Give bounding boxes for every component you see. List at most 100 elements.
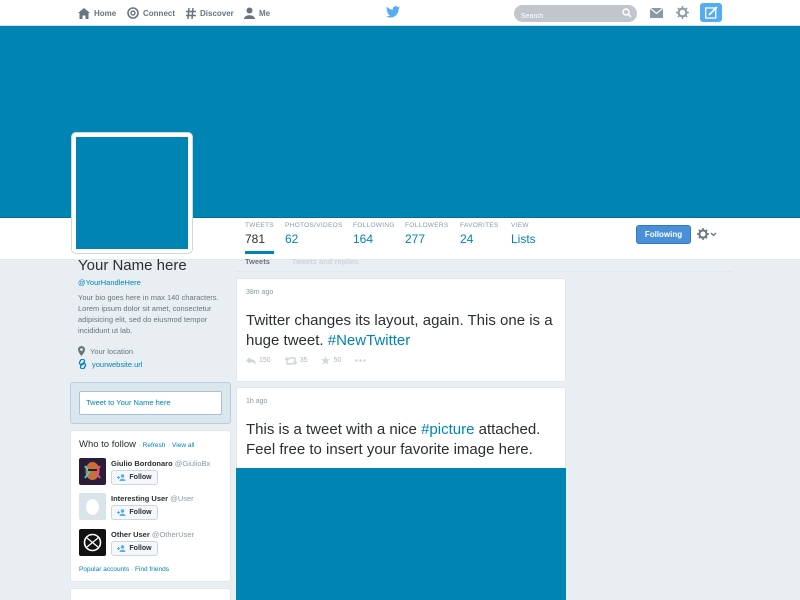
retweet-icon — [284, 356, 297, 365]
user-name[interactable]: Other User @OtherUser — [111, 530, 194, 539]
profile-gear-dropdown-icon[interactable] — [697, 228, 717, 240]
more-dots-icon — [355, 359, 367, 362]
trends-card — [70, 588, 231, 600]
tweet-actions: 150 35 50 — [246, 356, 383, 365]
favorite-action[interactable]: 50 — [321, 356, 341, 365]
tab-tweets-and-replies[interactable]: Tweets and replies — [292, 257, 359, 266]
location-text: Your location — [90, 346, 134, 356]
tweet-attached-image[interactable] — [236, 468, 566, 600]
suggested-user: Interesting User @User Follow — [79, 493, 229, 523]
compose-icon — [704, 6, 718, 19]
tweet-timestamp[interactable]: 1h ago — [246, 398, 267, 405]
messages-icon[interactable] — [650, 8, 663, 18]
who-to-follow-header: Who to follow · Refresh · View all — [79, 439, 195, 450]
search-input[interactable] — [514, 8, 614, 25]
user-handle: @GiulioBx — [174, 459, 211, 468]
search-icon[interactable] — [622, 8, 632, 18]
profile-avatar[interactable] — [72, 133, 192, 253]
nav-discover-label: Discover — [200, 8, 234, 18]
home-icon — [78, 7, 90, 19]
tab-tweets[interactable]: Tweets — [245, 257, 270, 266]
twitter-bird-icon[interactable] — [386, 6, 400, 18]
add-user-icon — [117, 509, 126, 516]
stat-view-lists[interactable]: VIEW Lists — [511, 222, 536, 252]
profile-website[interactable]: yourwebsite.url — [78, 359, 142, 369]
stat-following[interactable]: FOLLOWING 164 — [353, 222, 395, 252]
star-icon — [321, 356, 331, 365]
profile-name: Your Name here — [78, 257, 187, 274]
stat-label: TWEETS — [245, 222, 274, 229]
link-icon — [78, 359, 87, 369]
stat-label: FOLLOWERS — [405, 222, 449, 229]
following-button[interactable]: Following — [636, 225, 691, 244]
person-icon — [244, 7, 255, 19]
stat-value: 164 — [353, 232, 374, 246]
user-avatar[interactable] — [79, 458, 106, 485]
retweet-count: 35 — [299, 357, 308, 364]
stat-value: Lists — [511, 232, 536, 246]
nav-home-label: Home — [94, 8, 117, 18]
at-icon — [127, 7, 139, 19]
stat-tweets[interactable]: TWEETS 781 — [245, 222, 274, 254]
view-all-link[interactable]: View all — [172, 442, 194, 449]
retweet-action[interactable]: 35 — [284, 356, 308, 365]
user-avatar[interactable] — [79, 493, 106, 520]
user-name[interactable]: Interesting User @User — [111, 494, 194, 503]
suggested-user: Other User @OtherUser Follow — [79, 529, 229, 559]
stat-followers[interactable]: FOLLOWERS 277 — [405, 222, 449, 252]
hash-icon — [186, 7, 196, 19]
add-user-icon — [117, 545, 126, 552]
settings-gear-icon[interactable] — [676, 6, 689, 19]
follow-button[interactable]: Follow — [111, 505, 158, 520]
stat-label: FAVORITES — [460, 222, 499, 229]
tweet-to-box: Tweet to Your Name here — [70, 382, 231, 424]
profile-bio: Your bio goes here in max 140 characters… — [78, 293, 219, 335]
add-user-icon — [117, 474, 126, 481]
user-handle: @OtherUser — [151, 530, 195, 539]
nav-me[interactable]: Me — [244, 0, 270, 26]
follow-button[interactable]: Follow — [111, 470, 158, 485]
search-bar[interactable] — [514, 5, 637, 25]
profile-handle[interactable]: @YourHandleHere — [78, 278, 141, 287]
find-friends-link[interactable]: Find friends — [135, 566, 169, 573]
reply-action[interactable]: 150 — [246, 356, 271, 365]
refresh-link[interactable]: Refresh — [143, 442, 166, 449]
nav-discover[interactable]: Discover — [186, 0, 234, 26]
follow-button[interactable]: Follow — [111, 541, 158, 556]
reply-icon — [246, 356, 256, 365]
nav-me-label: Me — [259, 8, 271, 18]
stat-value: 781 — [245, 232, 266, 246]
tweet[interactable]: 1h ago This is a tweet with a nice #pict… — [236, 387, 566, 600]
tweet-to-input[interactable]: Tweet to Your Name here — [79, 391, 222, 415]
favorite-count: 50 — [333, 357, 342, 364]
stat-label: VIEW — [511, 222, 529, 229]
popular-accounts-link[interactable]: Popular accounts — [79, 566, 129, 573]
top-navigation-bar: Home Connect Discover Me — [0, 0, 800, 26]
tweet-text: Twitter changes its layout, again. This … — [246, 312, 553, 349]
stat-value: 277 — [405, 232, 426, 246]
stat-value: 62 — [285, 232, 299, 246]
location-pin-icon — [78, 346, 85, 356]
stat-photos-videos[interactable]: PHOTOS/VIDEOS 62 — [285, 222, 343, 252]
tweet-timestamp[interactable]: 38m ago — [246, 289, 273, 296]
hashtag-link[interactable]: #NewTwitter — [328, 332, 411, 349]
compose-tweet-button[interactable] — [700, 3, 722, 22]
user-handle: @User — [170, 494, 194, 503]
who-to-follow-footer: Popular accounts · Find friends — [79, 566, 169, 573]
more-action[interactable] — [355, 359, 369, 362]
nav-home[interactable]: Home — [78, 0, 116, 26]
stat-favorites[interactable]: FAVORITES 24 — [460, 222, 499, 252]
nav-connect-label: Connect — [143, 8, 175, 18]
timeline-tabs: Tweets Tweets and replies — [236, 252, 732, 272]
tweet[interactable]: 38m ago Twitter changes its layout, agai… — [236, 278, 566, 382]
hashtag-link[interactable]: #picture — [421, 421, 474, 438]
user-name[interactable]: Giulio Bordonaro @GiulioBx — [111, 459, 210, 468]
nav-connect[interactable]: Connect — [127, 0, 175, 26]
user-avatar[interactable] — [79, 529, 106, 556]
reply-count: 150 — [259, 357, 271, 364]
suggested-user: Giulio Bordonaro @GiulioBx Follow — [79, 458, 229, 488]
stat-value: 24 — [460, 232, 474, 246]
stat-label: PHOTOS/VIDEOS — [285, 222, 343, 229]
who-to-follow-card: Who to follow · Refresh · View all Giuli… — [70, 430, 231, 582]
website-link[interactable]: yourwebsite.url — [92, 360, 142, 369]
